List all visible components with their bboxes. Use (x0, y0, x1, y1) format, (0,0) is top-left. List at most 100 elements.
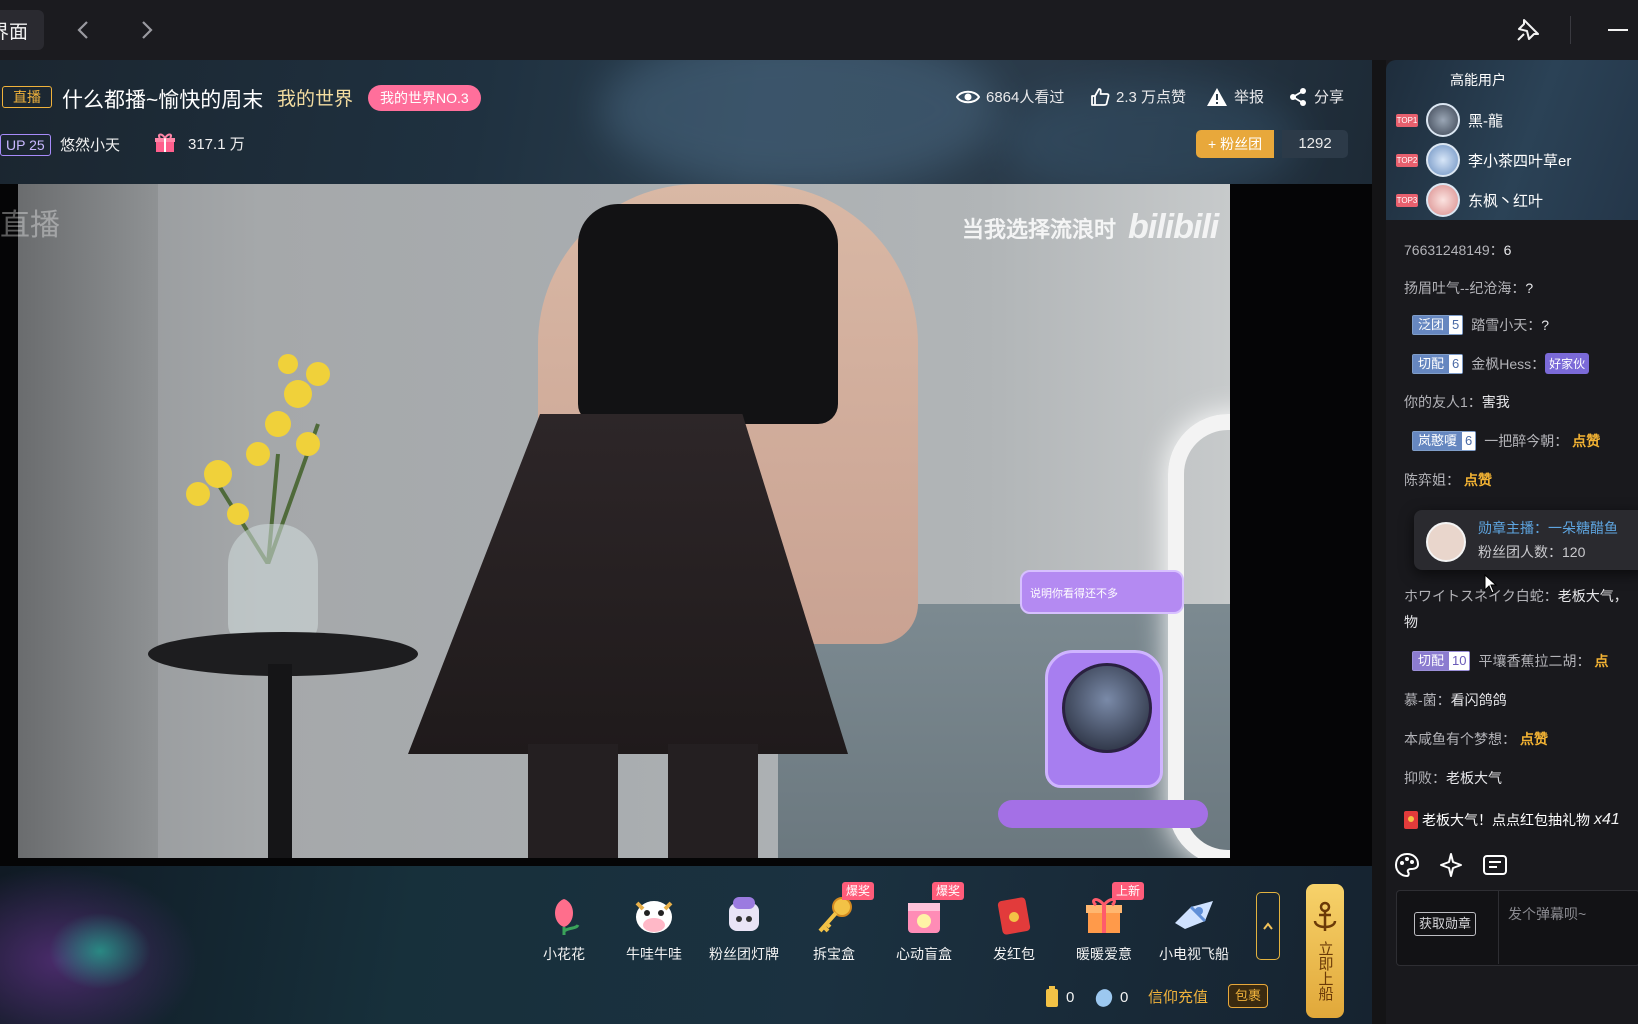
report-button[interactable]: 举报 (1206, 86, 1264, 107)
chevron-up-icon (1263, 922, 1273, 930)
likes-stat[interactable]: 2.3 万点赞 (1090, 86, 1186, 107)
fan-medal-level: 5 (1449, 316, 1463, 334)
rank-tab-active[interactable]: 高能用户 (1450, 70, 1506, 90)
video-wall (18, 184, 158, 858)
tooltip-anchor-line: 勋章主播：一朵糖醋鱼 (1478, 520, 1618, 536)
views-stat: 6864人看过 (956, 86, 1064, 107)
gift-label: 暖暖爱意 (1076, 946, 1132, 962)
fan-club-count: 1292 (1282, 130, 1348, 158)
chat-message[interactable]: ホワイトスネイク白蛇： 老板大气， (1404, 586, 1628, 606)
gift-total-value: 317.1 万 (188, 135, 245, 153)
share-label: 分享 (1314, 89, 1345, 106)
chat-text: 害我 (1481, 394, 1510, 410)
gift-item[interactable]: 拆宝盒 爆奖 (792, 882, 876, 964)
expand-gifts-button[interactable] (1256, 892, 1280, 960)
gift-bar-art-glow (40, 906, 160, 996)
tab-current[interactable]: 界面 (0, 10, 44, 50)
fan-medal-name: 岚憨嗄 (1413, 432, 1463, 450)
side-table-leg (268, 664, 292, 858)
pin-icon[interactable] (1510, 12, 1546, 48)
chat-message[interactable]: 本咸鱼有个梦想： 点赞 (1404, 729, 1548, 749)
gift-label: 发红包 (993, 946, 1035, 962)
ring-light (1168, 414, 1230, 858)
board-ship-button[interactable]: 立即上船 (1306, 884, 1344, 1018)
anchor-avatar (1426, 522, 1466, 562)
chat-message[interactable]: 岚憨嗄 6 一把醉今朝： 点赞 (1412, 431, 1600, 451)
red-packet-icon (1404, 811, 1418, 829)
avatar (1426, 103, 1460, 137)
chat-message[interactable]: 扬眉吐气--纪沧海：? (1404, 278, 1533, 298)
chat-message[interactable]: 慕-菌： 看闪鸽鸽 (1404, 690, 1507, 710)
recharge-link[interactable]: 信仰充值 (1148, 986, 1208, 1007)
rank-row[interactable]: TOP2 李小茶四叶草er (1396, 143, 1571, 177)
red-envelope-icon (991, 892, 1037, 938)
chat-username: 抑败： (1404, 770, 1446, 786)
avatar (1426, 143, 1460, 177)
battery-value: 0 (1066, 988, 1075, 1006)
chat-username: 踏雪小天： (1471, 317, 1542, 333)
emoji-palette-icon[interactable] (1394, 852, 1420, 878)
title-separator (1570, 16, 1571, 44)
fan-medal[interactable]: 切配 10 (1412, 651, 1471, 671)
chat-username: 76631248149： (1404, 242, 1504, 258)
gift-item[interactable]: 粉丝团灯牌 (702, 892, 786, 964)
chat-username: 慕-菌： (1404, 692, 1451, 708)
chat-text: 老板大气 (1446, 770, 1502, 786)
chat-message[interactable]: 切配 6 金枫Hess： 好家伙 (1412, 353, 1590, 374)
gift-item[interactable]: 发红包 (972, 892, 1056, 964)
chat-text: 物 (1404, 614, 1418, 630)
gift-item[interactable]: 暖暖爱意 上新 (1062, 882, 1146, 964)
chat-message[interactable]: 泛团 5 踏雪小天：? (1412, 315, 1549, 335)
red-packet-message[interactable]: 老板大气！点点红包抽礼物 x41 (1404, 810, 1620, 830)
danmaku-settings-icon[interactable] (1482, 852, 1508, 878)
gift-label: 粉丝团灯牌 (709, 946, 779, 962)
share-button[interactable]: 分享 (1288, 86, 1344, 107)
fan-medal[interactable]: 泛团 5 (1412, 315, 1464, 335)
forward-arrow-icon[interactable] (132, 14, 162, 46)
back-arrow-icon[interactable] (68, 14, 98, 46)
streamer-avatar-widget (1045, 650, 1163, 788)
avatar (1426, 183, 1460, 217)
rank-row[interactable]: TOP3 东枫丶红叶 (1396, 183, 1543, 217)
gift-item[interactable]: 心动盲盒 爆奖 (882, 882, 966, 964)
minimize-icon[interactable] (1600, 12, 1636, 48)
views-count: 6864人看过 (986, 89, 1065, 106)
fan-light-icon (721, 892, 767, 938)
fan-medal-level: 6 (1449, 354, 1463, 373)
chat-text: 6 (1503, 242, 1512, 258)
gift-total: 317.1 万 (154, 132, 245, 154)
gift-label: 心动盲盒 (896, 946, 952, 962)
chat-message[interactable]: 切配 10 平壤香蕉拉二胡： 点 (1412, 651, 1608, 671)
gift-item[interactable]: 小花花 (522, 892, 606, 964)
chat-username: 平壤香蕉拉二胡： (1478, 653, 1591, 669)
get-medal-button[interactable]: 获取勋章 (1414, 912, 1477, 936)
chat-text: 看闪鸽鸽 (1450, 692, 1507, 708)
get-medal-label: 获取勋章 (1419, 916, 1472, 931)
gift-item[interactable]: 小电视飞船 (1152, 892, 1236, 964)
sparkle-icon[interactable] (1438, 852, 1464, 878)
chat-username: 你的友人1： (1404, 394, 1482, 410)
rank-badge[interactable]: 我的世界NO.3 (368, 85, 481, 111)
battery-icon (1046, 986, 1058, 1007)
fan-club-button[interactable]: + 粉丝团 (1196, 130, 1275, 158)
fan-medal[interactable]: 切配 6 (1412, 353, 1464, 374)
host-name[interactable]: 悠然小天 (60, 134, 120, 155)
chat-message[interactable]: 抑败： 老板大气 (1404, 768, 1502, 788)
rank-number: TOP3 (1396, 193, 1418, 207)
chat-message[interactable]: 你的友人1： 害我 (1404, 392, 1510, 412)
up-level-badge: UP 25 (0, 134, 51, 156)
pack-button[interactable]: 包裹 (1228, 984, 1269, 1008)
rank-row[interactable]: TOP1 黑-龍 (1396, 103, 1503, 137)
fan-medal[interactable]: 岚憨嗄 6 (1412, 431, 1477, 451)
chat-message[interactable]: 76631248149： 6 (1404, 240, 1511, 260)
streamer-avatar-image (1062, 663, 1152, 753)
chat-message[interactable]: 陈弈姐： 点赞 (1404, 470, 1492, 490)
gift-icon (155, 133, 175, 152)
pack-label: 包裹 (1235, 988, 1262, 1003)
like-emote: 点赞 (1520, 731, 1548, 747)
gift-item[interactable]: 牛哇牛哇 (612, 892, 696, 964)
danmaku-input[interactable]: 发个弹幕呗~ (1508, 904, 1586, 924)
room-category[interactable]: 我的世界 (277, 84, 353, 111)
gift-tag: 爆奖 (931, 882, 964, 900)
video-leg-right (668, 744, 758, 858)
